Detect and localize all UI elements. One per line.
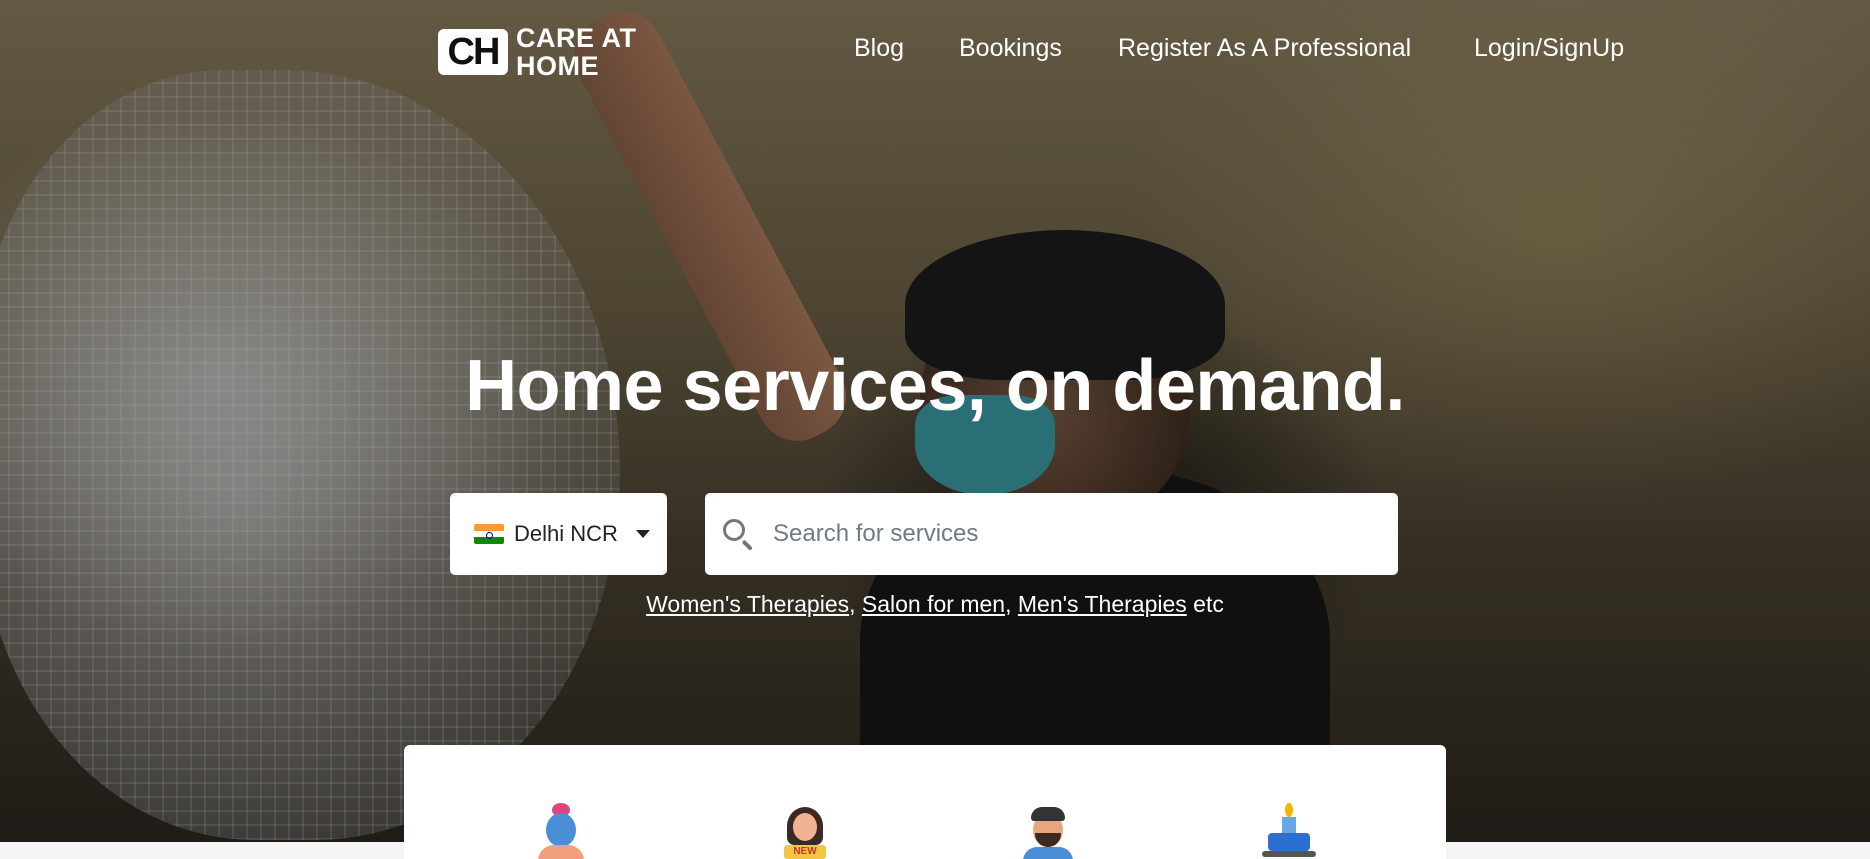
suggestion-suffix: etc — [1193, 591, 1224, 617]
nav-login-signup[interactable]: Login/SignUp — [1474, 34, 1624, 63]
spa-candle-icon[interactable] — [1262, 803, 1316, 857]
nav-blog[interactable]: Blog — [854, 34, 904, 63]
suggestion-womens-therapies[interactable]: Women's Therapies — [646, 591, 849, 617]
category-card: NEW — [404, 745, 1446, 859]
india-flag-icon — [474, 524, 504, 544]
suggestion-separator: , — [849, 591, 856, 617]
suggested-services: Women's Therapies, Salon for men, Men's … — [0, 591, 1870, 618]
hero-headline: Home services, on demand. — [465, 346, 1405, 426]
city-selector-label: Delhi NCR — [514, 521, 618, 546]
suggestion-salon-for-men[interactable]: Salon for men — [862, 591, 1005, 617]
nav-bookings[interactable]: Bookings — [959, 34, 1062, 63]
city-selector[interactable]: Delhi NCR — [450, 493, 667, 575]
nav-register-professional[interactable]: Register As A Professional — [1118, 34, 1411, 63]
search-input[interactable] — [773, 520, 1353, 548]
salon-men-icon[interactable] — [1021, 803, 1075, 859]
top-nav: Blog Bookings Register As A Professional… — [0, 30, 1870, 70]
suggestion-mens-therapies[interactable]: Men's Therapies — [1018, 591, 1187, 617]
caret-down-icon — [635, 530, 650, 538]
search-box[interactable] — [705, 493, 1398, 575]
new-salon-women-icon[interactable]: NEW — [778, 803, 832, 859]
search-icon — [721, 517, 755, 551]
new-badge: NEW — [784, 845, 826, 859]
womens-therapy-icon[interactable] — [534, 803, 588, 859]
suggestion-separator: , — [1005, 591, 1012, 617]
